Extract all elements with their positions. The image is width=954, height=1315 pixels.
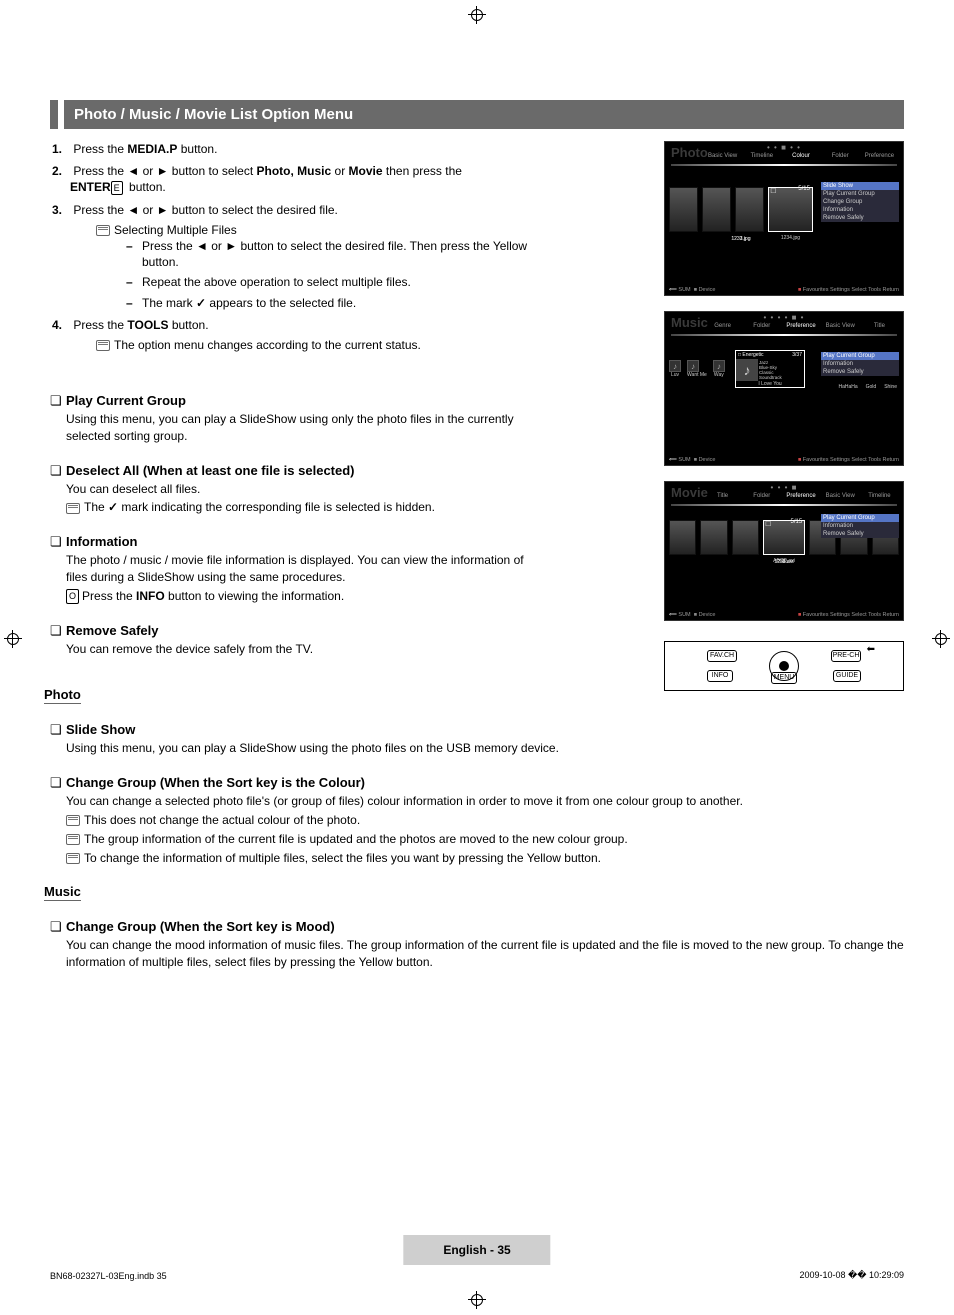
remote-menu-button: MENU	[771, 672, 797, 684]
deselect-all-section: ❏Deselect All (When at least one file is…	[50, 463, 540, 517]
remote-favch-button: FAV.CH	[707, 650, 737, 662]
enter-icon: E	[111, 181, 123, 195]
remote-info-button: INFO	[707, 670, 733, 682]
photo-category-heading: Photo	[44, 687, 81, 704]
information-section: ❏Information The photo / music / movie f…	[50, 534, 540, 604]
check-icon: ✓	[108, 500, 118, 514]
numbered-steps: 1. Press the MEDIA.P button. 2. Press th…	[50, 141, 540, 353]
registration-mark-top	[468, 6, 486, 24]
change-group-mood-section: ❏Change Group (When the Sort key is Mood…	[50, 919, 904, 971]
popup-menu: Slide Show Play Current Group Change Gro…	[821, 182, 899, 222]
section-header: Photo / Music / Movie List Option Menu	[50, 100, 904, 129]
popup-menu: Play Current Group Information Remove Sa…	[821, 514, 899, 538]
note-icon	[66, 815, 80, 826]
page-footer-right: 2009-10-08 �� 10:29:09	[799, 1270, 904, 1281]
registration-mark-bottom	[468, 1291, 486, 1309]
screenshot-music: Music • • • • ■ • Genre Folder Preferenc…	[664, 311, 904, 466]
remote-guide-button: GUIDE	[833, 670, 861, 682]
remove-safely-section: ❏Remove Safely You can remove the device…	[50, 623, 540, 658]
remote-prech-button: PRE-CH	[831, 650, 861, 662]
info-key-icon: O	[66, 589, 79, 604]
page-footer-center: English - 35	[403, 1235, 550, 1265]
note-icon	[96, 225, 110, 236]
registration-mark-left	[4, 630, 22, 648]
play-current-group-section: ❏Play Current Group Using this menu, you…	[50, 393, 540, 445]
registration-mark-right	[932, 630, 950, 648]
popup-menu: Play Current Group Information Remove Sa…	[821, 352, 899, 376]
check-icon: ✓	[196, 296, 206, 310]
page-footer-left: BN68-02327L-03Eng.indb 35	[50, 1271, 167, 1281]
change-group-colour-section: ❏Change Group (When the Sort key is the …	[50, 775, 904, 866]
callout-arrow-icon: ⬅	[867, 644, 875, 655]
note-icon	[66, 853, 80, 864]
remote-diagram: FAV.CH PRE-CH ⬅ INFO MENU GUIDE	[664, 641, 904, 691]
screenshot-movie: Movie • • • ■ Title Folder Preference Ba…	[664, 481, 904, 621]
section-title: Photo / Music / Movie List Option Menu	[64, 100, 904, 129]
note-icon	[66, 503, 80, 514]
note-icon	[66, 834, 80, 845]
music-category-heading: Music	[44, 884, 81, 901]
screenshot-photo: Photo • • ■ • • Basic View Timeline Colo…	[664, 141, 904, 296]
note-icon	[96, 340, 110, 351]
slide-show-section: ❏Slide Show Using this menu, you can pla…	[50, 722, 904, 757]
